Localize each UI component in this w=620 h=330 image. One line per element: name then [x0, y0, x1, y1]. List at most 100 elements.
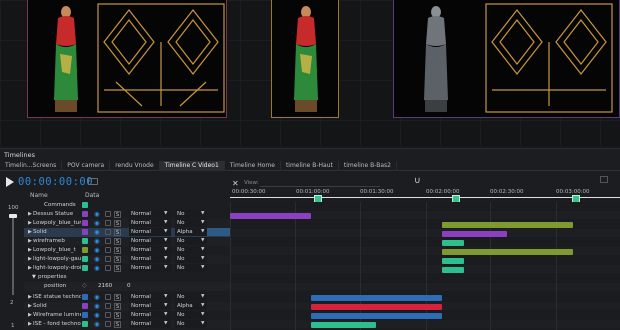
expand-arrow-icon[interactable]: ▶ [28, 312, 32, 318]
media-clip[interactable] [442, 266, 464, 273]
expand-arrow-icon[interactable]: ▶ [28, 220, 32, 226]
solo-button[interactable]: S [114, 210, 121, 218]
track-row[interactable] [230, 229, 620, 238]
solo-button[interactable]: S [114, 246, 121, 254]
layer-color-swatch[interactable] [82, 247, 88, 253]
chevron-down-icon[interactable]: ▼ [164, 302, 167, 310]
track-row[interactable] [230, 256, 620, 265]
screen-preview-center[interactable] [271, 0, 339, 118]
layer-row[interactable]: ▶ light-lowpoly-droit ◉ S Normal ▼ No ▼ [24, 264, 230, 273]
layer-row[interactable]: ▶ Lowpoly_blue_t ◉ S Normal ▼ No ▼ [24, 246, 230, 255]
layer-row[interactable]: ▶ Solid ◉ S Normal ▼ Alpha ▼ [24, 302, 230, 311]
visibility-eye-icon[interactable]: ◉ [94, 237, 100, 245]
layer-row[interactable]: ▶ wireframeb ◉ S Normal ▼ No ▼ [24, 237, 230, 246]
visibility-eye-icon[interactable]: ◉ [94, 293, 100, 301]
media-clip[interactable] [311, 303, 442, 310]
layer-color-swatch[interactable] [82, 256, 88, 262]
solo-button[interactable]: S [114, 293, 121, 301]
chevron-down-icon[interactable]: ▼ [164, 311, 167, 319]
layer-color-swatch[interactable] [82, 303, 88, 309]
layer-fx-button[interactable] [105, 255, 111, 262]
visibility-eye-icon[interactable]: ◉ [94, 255, 100, 263]
chevron-down-icon[interactable]: ▼ [164, 264, 167, 272]
layer-color-swatch[interactable] [82, 265, 88, 271]
commands-row[interactable]: Commands [24, 201, 230, 210]
visibility-eye-icon[interactable]: ◉ [94, 320, 100, 328]
chevron-down-icon[interactable]: ▼ [201, 219, 204, 227]
chevron-down-icon[interactable]: ▼ [201, 320, 204, 328]
time-ruler[interactable]: ✕ View: ∪ 00:00:30:00 00:01:00:00 00:01:… [230, 173, 620, 203]
visibility-eye-icon[interactable]: ◉ [94, 246, 100, 254]
close-icon[interactable]: ✕ [232, 179, 239, 188]
track-height-slider[interactable]: 100 2 1 [8, 205, 19, 329]
layer-row[interactable]: ▶ Solid ◉ S Normal ▼ Alpha ▼ [24, 228, 230, 237]
tab-timeline-home[interactable]: Timeline Home [225, 161, 281, 171]
tab-screens[interactable]: Timelin...Screens [0, 161, 63, 171]
layer-fx-button[interactable] [105, 246, 111, 253]
chevron-down-icon[interactable]: ▼ [201, 210, 204, 218]
tab-timeline-b-bas2[interactable]: timeline B-Bas2 [339, 161, 397, 171]
media-clip[interactable] [442, 248, 573, 255]
track-row[interactable] [230, 320, 620, 329]
play-icon[interactable] [6, 177, 14, 187]
track-row[interactable] [230, 238, 620, 247]
solo-button[interactable]: S [114, 219, 121, 227]
solo-button[interactable]: S [114, 320, 121, 328]
layer-fx-button[interactable] [105, 264, 111, 271]
tab-timeline-c-video1[interactable]: Timeline C Video1 [159, 161, 225, 171]
layer-fx-button[interactable] [105, 293, 111, 300]
layer-fx-button[interactable] [105, 237, 111, 244]
layer-color-swatch[interactable] [82, 211, 88, 217]
chevron-down-icon[interactable]: ▼ [164, 210, 167, 218]
track-row[interactable] [230, 283, 620, 292]
expand-arrow-icon[interactable]: ▶ [28, 256, 32, 262]
layer-row[interactable]: ▶ Dessus Statue ◉ S Normal ▼ No ▼ [24, 210, 230, 219]
track-row[interactable] [230, 265, 620, 274]
media-clip[interactable] [311, 294, 442, 301]
layer-fx-button[interactable] [105, 219, 111, 226]
layer-color-swatch[interactable] [82, 238, 88, 244]
expand-arrow-icon[interactable]: ▶ [28, 211, 32, 217]
chevron-down-icon[interactable]: ▼ [201, 246, 204, 254]
visibility-eye-icon[interactable]: ◉ [94, 264, 100, 272]
chevron-down-icon[interactable]: ▼ [164, 255, 167, 263]
visibility-eye-icon[interactable]: ◉ [94, 311, 100, 319]
chevron-down-icon[interactable]: ▼ [164, 228, 167, 236]
chevron-down-icon[interactable]: ▼ [201, 264, 204, 272]
media-clip[interactable] [442, 257, 464, 264]
position-property-row[interactable]: position ◇ 2160 0 [24, 282, 230, 291]
expand-arrow-icon[interactable]: ▶ [28, 238, 32, 244]
track-row[interactable] [230, 274, 620, 283]
chevron-down-icon[interactable]: ▼ [164, 246, 167, 254]
tab-timeline-b-haut[interactable]: timeline B-Haut [281, 161, 339, 171]
layer-row[interactable]: ▶ Lowpoly_blue_turb ◉ S Normal ▼ No ▼ [24, 219, 230, 228]
visibility-eye-icon[interactable]: ◉ [94, 210, 100, 218]
layer-fx-button[interactable] [105, 320, 111, 327]
media-clip[interactable] [311, 312, 442, 319]
layer-row[interactable]: ▶ light-lowpoly-gauc ◉ S Normal ▼ No ▼ [24, 255, 230, 264]
media-clip[interactable] [442, 239, 464, 246]
track-area[interactable] [230, 202, 620, 330]
chevron-down-icon[interactable]: ▼ [164, 237, 167, 245]
layer-color-swatch[interactable] [82, 312, 88, 318]
timecode-settings-button[interactable] [88, 178, 98, 185]
tab-pov-camera[interactable]: POV camera [62, 161, 111, 171]
chevron-down-icon[interactable]: ▼ [164, 293, 167, 301]
media-clip[interactable] [230, 212, 311, 219]
media-clip[interactable] [442, 230, 507, 237]
tab-rendu-vnode[interactable]: rendu Vnode [110, 161, 160, 171]
track-row[interactable] [230, 202, 620, 211]
ruler-menu-icon[interactable] [600, 176, 608, 183]
screen-preview-right[interactable] [393, 0, 620, 118]
chevron-down-icon[interactable]: ▼ [164, 219, 167, 227]
media-clip[interactable] [311, 321, 376, 328]
layer-fx-button[interactable] [105, 311, 111, 318]
solo-button[interactable]: S [114, 255, 121, 263]
expand-arrow-icon[interactable]: ▶ [28, 321, 32, 327]
solo-button[interactable]: S [114, 311, 121, 319]
layer-fx-button[interactable] [105, 228, 111, 235]
properties-row[interactable]: ▼ properties [24, 273, 230, 282]
position-x-value[interactable]: 2160 [98, 283, 112, 289]
magnet-snap-icon[interactable]: ∪ [414, 176, 421, 186]
expand-arrow-icon[interactable]: ▶ [28, 247, 32, 253]
